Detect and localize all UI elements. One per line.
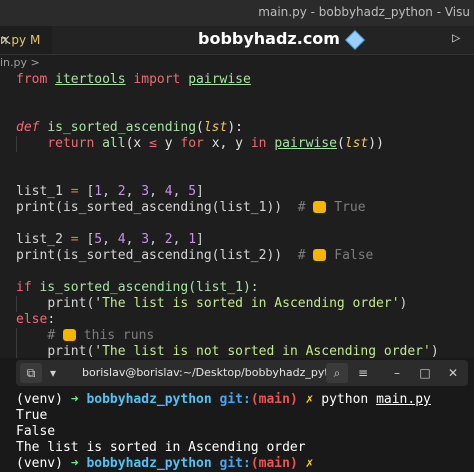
- close-icon[interactable]: ✕: [444, 363, 462, 383]
- watermark: bobbyhadz.com: [198, 29, 365, 50]
- cube-icon: [345, 29, 365, 50]
- code-line: def is_sorted_ascending(lst):: [16, 120, 243, 135]
- code-line: print(is_sorted_ascending(list_2)) # Fal…: [16, 248, 374, 263]
- terminal-output-line: False: [16, 424, 56, 439]
- window-title: main.py - bobbyhadz_python - Visu: [258, 5, 470, 19]
- code-editor[interactable]: from itertools import pairwise def is_so…: [0, 70, 474, 360]
- terminal-output-line: True: [16, 408, 48, 423]
- minimize-icon[interactable]: –: [388, 363, 406, 383]
- code-line: from itertools import pairwise: [16, 72, 251, 87]
- terminal-icon[interactable]: ⧉: [20, 363, 42, 383]
- code-line: print('The list is sorted in Ascending o…: [47, 296, 408, 311]
- terminal-header: ⧉ ▾ borislav@borislav:~/Desktop/bobbyhad…: [16, 360, 468, 386]
- tab-main-py[interactable]: n.py M ×: [0, 26, 52, 54]
- terminal-output-line: The list is sorted in Ascending order: [16, 440, 306, 455]
- title-bar: main.py - bobbyhadz_python - Visu: [0, 0, 474, 26]
- tab-bar: n.py M × bobbyhadz.com ▷: [0, 26, 474, 55]
- code-line: print(is_sorted_ascending(list_1)) # Tru…: [16, 200, 366, 215]
- code-line: list_1 = [1, 2, 3, 4, 5]: [16, 184, 204, 199]
- code-line: else:: [16, 312, 56, 327]
- watermark-text: bobbyhadz.com: [198, 29, 340, 48]
- terminal-prompt-line: (venv) ➜ bobbyhadz_python git:(main) ✗: [16, 456, 314, 471]
- chevron-down-icon[interactable]: ▾: [46, 363, 60, 383]
- tab-close-icon[interactable]: ×: [0, 33, 11, 48]
- terminal-title: borislav@borislav:~/Desktop/bobbyhadz_py…: [82, 366, 340, 379]
- search-icon[interactable]: ⌕: [326, 363, 348, 383]
- terminal-panel[interactable]: ⧉ ▾ borislav@borislav:~/Desktop/bobbyhad…: [0, 358, 474, 472]
- run-icon[interactable]: ▷: [452, 30, 460, 46]
- menu-icon[interactable]: ≡: [354, 363, 372, 383]
- maximize-icon[interactable]: □: [416, 363, 434, 383]
- code-line: return all(x ≤ y for x, y in pairwise(ls…: [47, 136, 384, 151]
- code-line: # this runs: [47, 328, 155, 343]
- pointing-hand-icon: [313, 249, 327, 261]
- pointing-down-icon: [62, 329, 76, 341]
- terminal-prompt-line: (venv) ➜ bobbyhadz_python git:(main) ✗ p…: [16, 392, 431, 407]
- pointing-hand-icon: [313, 201, 327, 213]
- code-line: if is_sorted_ascending(list_1):: [16, 280, 259, 295]
- code-line: list_2 = [5, 4, 3, 2, 1]: [16, 232, 204, 247]
